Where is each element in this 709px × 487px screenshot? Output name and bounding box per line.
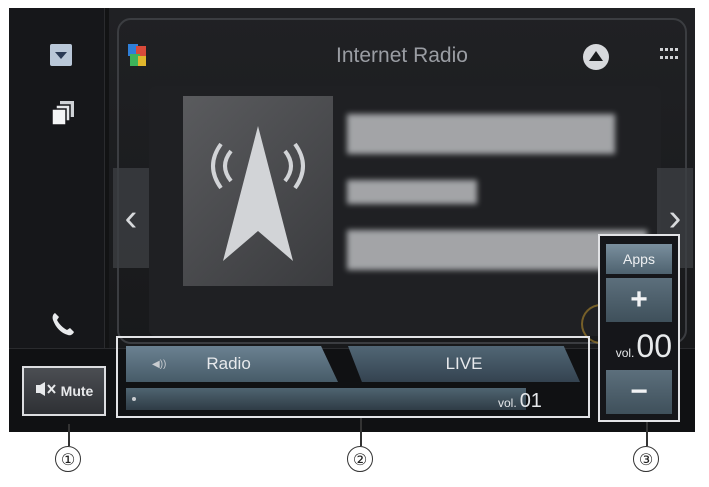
track-title-blurred	[347, 114, 615, 154]
callout-line-3	[646, 422, 648, 446]
apps-button[interactable]: Apps	[606, 244, 672, 274]
callout-1: ①	[55, 446, 81, 472]
callout-2: ②	[347, 446, 373, 472]
callout-line-1	[68, 424, 70, 446]
mute-button[interactable]: Mute	[22, 366, 106, 416]
tab-live-label: LIVE	[445, 354, 483, 373]
phone-icon[interactable]	[47, 308, 79, 340]
dropdown-icon[interactable]	[50, 44, 72, 66]
volume-down-button[interactable]: −	[606, 370, 672, 414]
volume-readout: vol. 00	[600, 328, 678, 365]
callout-3: ③	[633, 446, 659, 472]
station-artwork	[183, 96, 333, 286]
source-volume-readout: vol. 01	[498, 390, 542, 413]
vol-value: 00	[636, 328, 672, 364]
volume-up-button[interactable]: +	[606, 278, 672, 322]
prev-arrow-button[interactable]: ‹	[113, 168, 149, 268]
multi-window-icon[interactable]	[49, 98, 77, 128]
tab-radio-label: Radio	[206, 354, 251, 373]
vol-prefix: vol.	[615, 346, 635, 360]
vol-prefix: vol.	[498, 396, 517, 410]
up-arrow-icon[interactable]	[583, 44, 609, 70]
source-bar: ◀)) Radio LIVE vol. 01	[116, 336, 590, 418]
tab-radio[interactable]: ◀)) Radio	[126, 346, 338, 382]
speaker-mute-icon	[35, 381, 57, 402]
volume-track-knob[interactable]	[132, 397, 136, 401]
track-artist-blurred	[347, 180, 477, 204]
tab-live[interactable]: LIVE	[348, 346, 580, 382]
mute-label: Mute	[60, 383, 94, 399]
grid-menu-icon[interactable]	[660, 48, 678, 62]
volume-panel: Apps + vol. 00 −	[598, 234, 680, 422]
vol-value: 01	[519, 390, 542, 412]
chevron-right-icon: ›	[668, 197, 682, 239]
callout-line-2	[360, 418, 362, 446]
volume-track[interactable]	[126, 388, 526, 410]
chevron-left-icon: ‹	[124, 197, 138, 239]
left-sidebar	[9, 8, 105, 348]
speaker-icon: ◀))	[152, 358, 167, 370]
